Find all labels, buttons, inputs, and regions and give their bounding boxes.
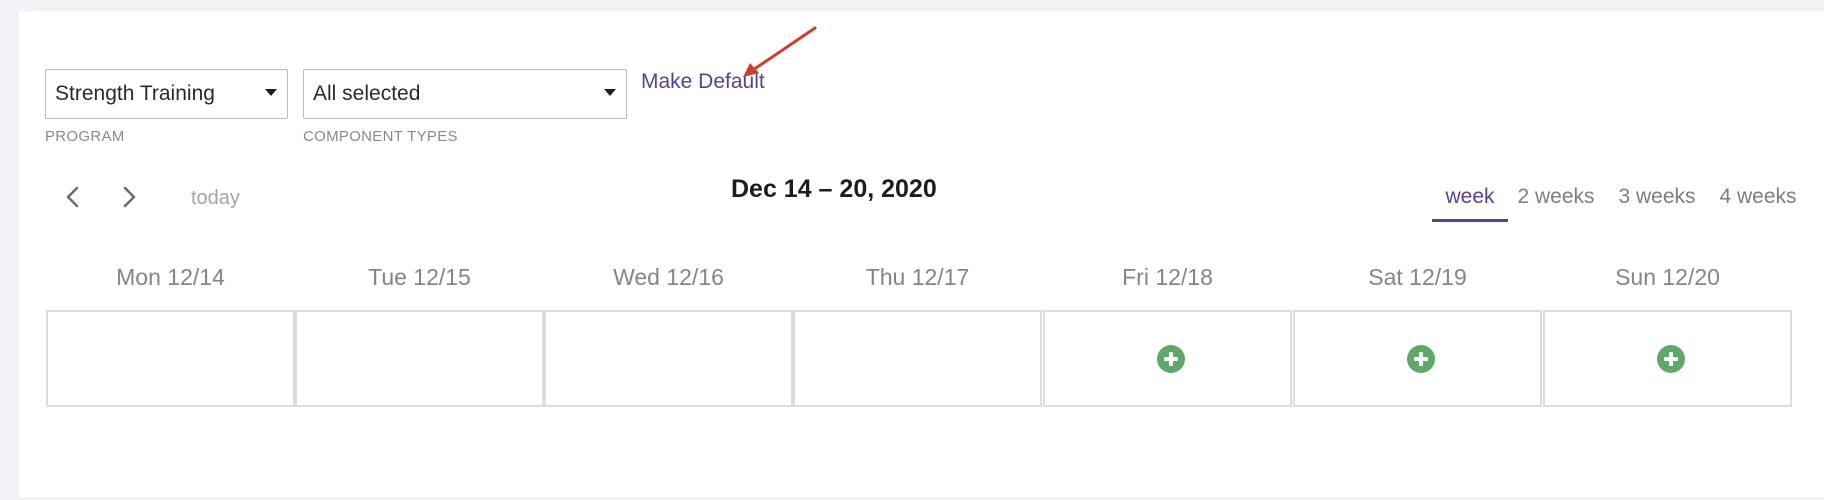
active-tab-indicator (1432, 219, 1508, 222)
annotation-arrow-icon (743, 26, 817, 77)
program-label: PROGRAM (45, 128, 125, 145)
component-types-select-value: All selected (313, 82, 421, 105)
program-select-value: Strength Training (55, 82, 215, 105)
component-types-label: COMPONENT TYPES (303, 128, 458, 145)
day-cell-tue[interactable] (295, 310, 544, 407)
caret-down-icon (604, 89, 616, 96)
day-header-mon: Mon 12/14 (116, 264, 225, 290)
caret-down-icon (265, 89, 277, 96)
today-button[interactable]: today (191, 187, 240, 210)
program-select[interactable]: Strength Training (45, 69, 288, 119)
add-workout-icon[interactable] (1657, 345, 1685, 373)
chevron-right-icon (123, 186, 136, 208)
date-range-title: Dec 14 – 20, 2020 (731, 175, 937, 203)
add-workout-icon[interactable] (1407, 345, 1435, 373)
add-workout-icon[interactable] (1157, 345, 1185, 373)
tab-4-weeks[interactable]: 4 weeks (1703, 185, 1813, 209)
next-week-button[interactable] (115, 183, 143, 211)
day-cell-fri[interactable] (1043, 310, 1292, 407)
day-header-sat: Sat 12/19 (1368, 264, 1467, 290)
component-types-select[interactable]: All selected (303, 69, 627, 119)
prev-week-button[interactable] (59, 183, 87, 211)
day-header-sun: Sun 12/20 (1615, 264, 1720, 290)
day-cell-wed[interactable] (544, 310, 793, 407)
day-header-fri: Fri 12/18 (1122, 264, 1213, 290)
chevron-left-icon (66, 186, 79, 208)
day-cell-sun[interactable] (1543, 310, 1792, 407)
tab-2-weeks[interactable]: 2 weeks (1501, 185, 1611, 209)
day-header-wed: Wed 12/16 (613, 264, 724, 290)
day-header-thu: Thu 12/17 (865, 264, 970, 290)
calendar-panel: Strength Training PROGRAM All selected C… (19, 11, 1824, 497)
tab-3-weeks[interactable]: 3 weeks (1602, 185, 1712, 209)
day-cell-sat[interactable] (1293, 310, 1542, 407)
day-header-tue: Tue 12/15 (368, 264, 471, 290)
day-cell-mon[interactable] (46, 310, 295, 407)
day-cell-thu[interactable] (793, 310, 1042, 407)
